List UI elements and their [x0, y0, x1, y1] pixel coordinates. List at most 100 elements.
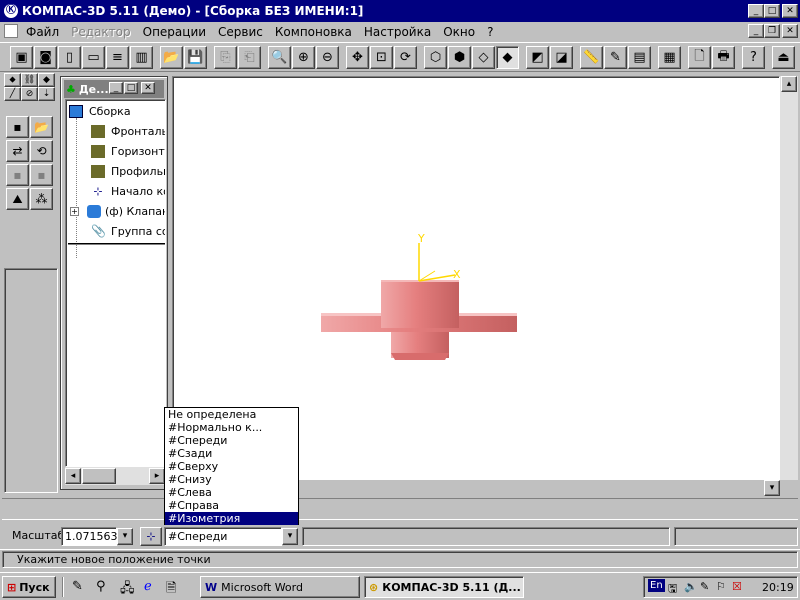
clock[interactable]: 20:19 — [762, 581, 794, 594]
zoom-out-icon[interactable]: ⊖ — [316, 46, 339, 69]
new-fragment-icon[interactable]: ▭ — [82, 46, 105, 69]
tree-item-top-plane[interactable]: Горизонтальная — [91, 142, 165, 160]
valve-part[interactable] — [321, 280, 517, 360]
tree-item-front-plane[interactable]: Фронтальная — [91, 122, 165, 140]
expand-toggle[interactable]: + — [70, 206, 79, 216]
measure-icon[interactable]: 📏 — [580, 46, 603, 69]
maximize-button[interactable]: □ — [764, 4, 780, 18]
view-orientation-list[interactable]: Не определена #Нормально к... #Спереди #… — [164, 407, 299, 525]
menu-layout[interactable]: Компоновка — [270, 25, 359, 39]
quicklaunch-3-icon[interactable]: 🖧 — [120, 579, 135, 600]
vertical-scrollbar[interactable]: ▴ — [780, 76, 798, 480]
view-option-undefined[interactable]: Не определена — [165, 408, 298, 421]
view-option-top[interactable]: #Сверху — [165, 460, 298, 473]
doc-minimize-button[interactable]: _ — [748, 24, 764, 38]
menu-window[interactable]: Окно — [438, 25, 482, 39]
volume-icon[interactable]: 🔈 — [684, 580, 698, 593]
tree-scroll-thumb[interactable] — [82, 468, 116, 484]
close-button[interactable]: ✕ — [782, 4, 798, 18]
view-option-normal[interactable]: #Нормально к... — [165, 421, 298, 434]
quicklaunch-5-icon[interactable]: 🗎 — [166, 579, 176, 600]
new-assembly-icon[interactable]: ◙ — [34, 46, 57, 69]
ie-icon[interactable]: ℯ — [144, 579, 152, 594]
zoom-window-icon[interactable]: 🔍 — [268, 46, 291, 69]
scroll-down-icon[interactable]: ▾ — [764, 480, 780, 496]
zoom-all-icon[interactable]: ⊡ — [370, 46, 393, 69]
panel-switch-5-icon[interactable]: ⊘ — [21, 87, 38, 101]
view-option-right[interactable]: #Справа — [165, 499, 298, 512]
wireframe-icon[interactable]: ⬡ — [424, 46, 447, 69]
orientation-axes-icon[interactable]: ⊹ — [140, 527, 162, 546]
open-icon[interactable]: 📂 — [160, 46, 183, 69]
panel-switch-1-icon[interactable]: ⬥ — [4, 73, 21, 87]
move-component-icon[interactable]: ⇄ — [6, 140, 29, 162]
tree-maximize-button[interactable]: □ — [124, 82, 138, 94]
tree-item-side-plane[interactable]: Профильная — [91, 162, 165, 180]
tree-item-valve[interactable]: + (ф) Клапан — [70, 202, 165, 220]
disabled-tool-1-icon[interactable]: ▪ — [6, 164, 29, 186]
tree-close-button[interactable]: ✕ — [141, 82, 155, 94]
task-kompas[interactable]: ⊛ КОМПАС-3D 5.11 (Д... — [364, 576, 524, 598]
cut-icon[interactable]: ⎘ — [214, 46, 237, 69]
scale-input[interactable]: 1.071563 — [61, 527, 118, 546]
library-icon[interactable]: ▦ — [658, 46, 681, 69]
scroll-left-icon[interactable]: ◂ — [65, 468, 81, 484]
new-text-icon[interactable]: ≡ — [106, 46, 129, 69]
insert-from-file-icon[interactable]: 📂 — [30, 116, 53, 138]
view-orientation-select[interactable]: #Спереди — [164, 527, 282, 546]
no-hidden-lines-icon[interactable]: ◇ — [472, 46, 495, 69]
view-option-isometric[interactable]: #Изометрия — [165, 512, 298, 525]
view-dropdown-icon[interactable]: ▾ — [282, 528, 298, 545]
panel-switch-4-icon[interactable]: ╱ — [4, 87, 21, 101]
shaded-icon[interactable]: ◆ — [496, 46, 519, 69]
paste-icon[interactable]: ⎗ — [238, 46, 261, 69]
language-indicator[interactable]: En — [648, 579, 665, 592]
menu-operations[interactable]: Операции — [138, 25, 213, 39]
start-button[interactable]: ⊞ Пуск — [2, 576, 56, 598]
new-part-icon[interactable]: ▣ — [10, 46, 33, 69]
tray-1-icon[interactable]: 🖫 — [668, 580, 677, 599]
quicklaunch-1-icon[interactable]: ✎ — [72, 579, 83, 594]
doc-restore-button[interactable]: ❐ — [764, 24, 780, 38]
tray-4-icon[interactable]: ⚐ — [716, 580, 726, 593]
scroll-right-icon[interactable]: ▸ — [149, 468, 165, 484]
panel-switch-3-icon[interactable]: ◆ — [38, 73, 55, 87]
perspective-icon[interactable]: ◩ — [526, 46, 549, 69]
view-option-back[interactable]: #Сзади — [165, 447, 298, 460]
task-word[interactable]: W Microsoft Word — [200, 576, 360, 598]
new-spec-icon[interactable]: ▥ — [130, 46, 153, 69]
rotate-icon[interactable]: ⟳ — [394, 46, 417, 69]
group-icon[interactable]: ⁂ — [30, 188, 53, 210]
panel-switch-2-icon[interactable]: ⛓ — [21, 73, 38, 87]
insert-component-icon[interactable]: ▪ — [6, 116, 29, 138]
section-icon[interactable]: ◪ — [550, 46, 573, 69]
scroll-up-icon[interactable]: ▴ — [781, 76, 797, 92]
menu-settings[interactable]: Настройка — [359, 25, 438, 39]
zoom-in-icon[interactable]: ⊕ — [292, 46, 315, 69]
tree-item-assembly[interactable]: Сборка — [69, 102, 131, 120]
help-icon[interactable]: ? — [742, 46, 765, 69]
menu-help[interactable]: ? — [482, 25, 500, 39]
minimize-button[interactable]: _ — [748, 4, 764, 18]
view-option-front[interactable]: #Спереди — [165, 434, 298, 447]
tray-5-icon[interactable]: ☒ — [732, 580, 742, 593]
edit-icon[interactable]: ✎ — [604, 46, 627, 69]
rotate-component-icon[interactable]: ⟲ — [30, 140, 53, 162]
hidden-lines-icon[interactable]: ⬢ — [448, 46, 471, 69]
tree-minimize-button[interactable]: _ — [109, 82, 123, 94]
scale-dropdown-icon[interactable]: ▾ — [117, 528, 133, 545]
calc-icon[interactable]: ▤ — [628, 46, 651, 69]
print-icon[interactable]: 🖶 — [712, 46, 735, 69]
tree-horizontal-scrollbar[interactable]: ◂ ▸ — [65, 467, 166, 485]
view-option-left[interactable]: #Слева — [165, 486, 298, 499]
panel-switch-6-icon[interactable]: ⇣ — [38, 87, 55, 101]
pan-icon[interactable]: ✥ — [346, 46, 369, 69]
doc-close-button[interactable]: ✕ — [782, 24, 798, 38]
exit-icon[interactable]: ⏏ — [772, 46, 795, 69]
new-sheet-icon[interactable]: ▯ — [58, 46, 81, 69]
quicklaunch-2-icon[interactable]: ⚲ — [96, 579, 106, 594]
menu-service[interactable]: Сервис — [213, 25, 270, 39]
disabled-tool-2-icon[interactable]: ▪ — [30, 164, 53, 186]
view-option-bottom[interactable]: #Снизу — [165, 473, 298, 486]
tree-item-origin[interactable]: ⊹ Начало координат — [91, 182, 165, 200]
